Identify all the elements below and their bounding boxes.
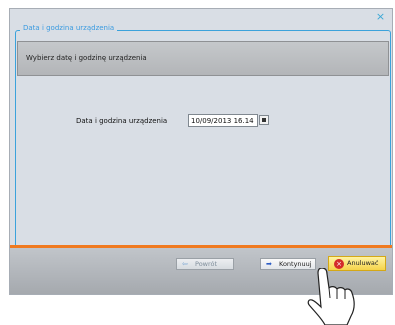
forward-arrow-icon: ➡	[266, 260, 272, 268]
datetime-input[interactable]	[188, 114, 258, 127]
datetime-label: Data i godzina urządzenia	[76, 117, 168, 125]
cancel-button-label: Anuluwać	[347, 259, 379, 267]
calendar-icon[interactable]	[259, 115, 269, 125]
pointing-hand-icon	[307, 268, 355, 325]
instruction-panel: Wybierz datę i godzinę urządzenia	[17, 41, 389, 76]
close-icon[interactable]: ×	[375, 11, 386, 22]
back-arrow-icon: ⇦	[182, 260, 188, 268]
dialog-window: × Data i godzina urządzenia Wybierz datę…	[9, 8, 393, 295]
group-legend: Data i godzina urządzenia	[20, 24, 118, 32]
instruction-text: Wybierz datę i godzinę urządzenia	[26, 54, 147, 62]
continue-button-label: Kontynuuj	[279, 260, 312, 268]
back-button-label: Powrót	[195, 260, 218, 268]
back-button[interactable]: ⇦ Powrót	[176, 258, 234, 270]
datetime-groupbox: Data i godzina urządzenia Wybierz datę i…	[15, 24, 391, 252]
